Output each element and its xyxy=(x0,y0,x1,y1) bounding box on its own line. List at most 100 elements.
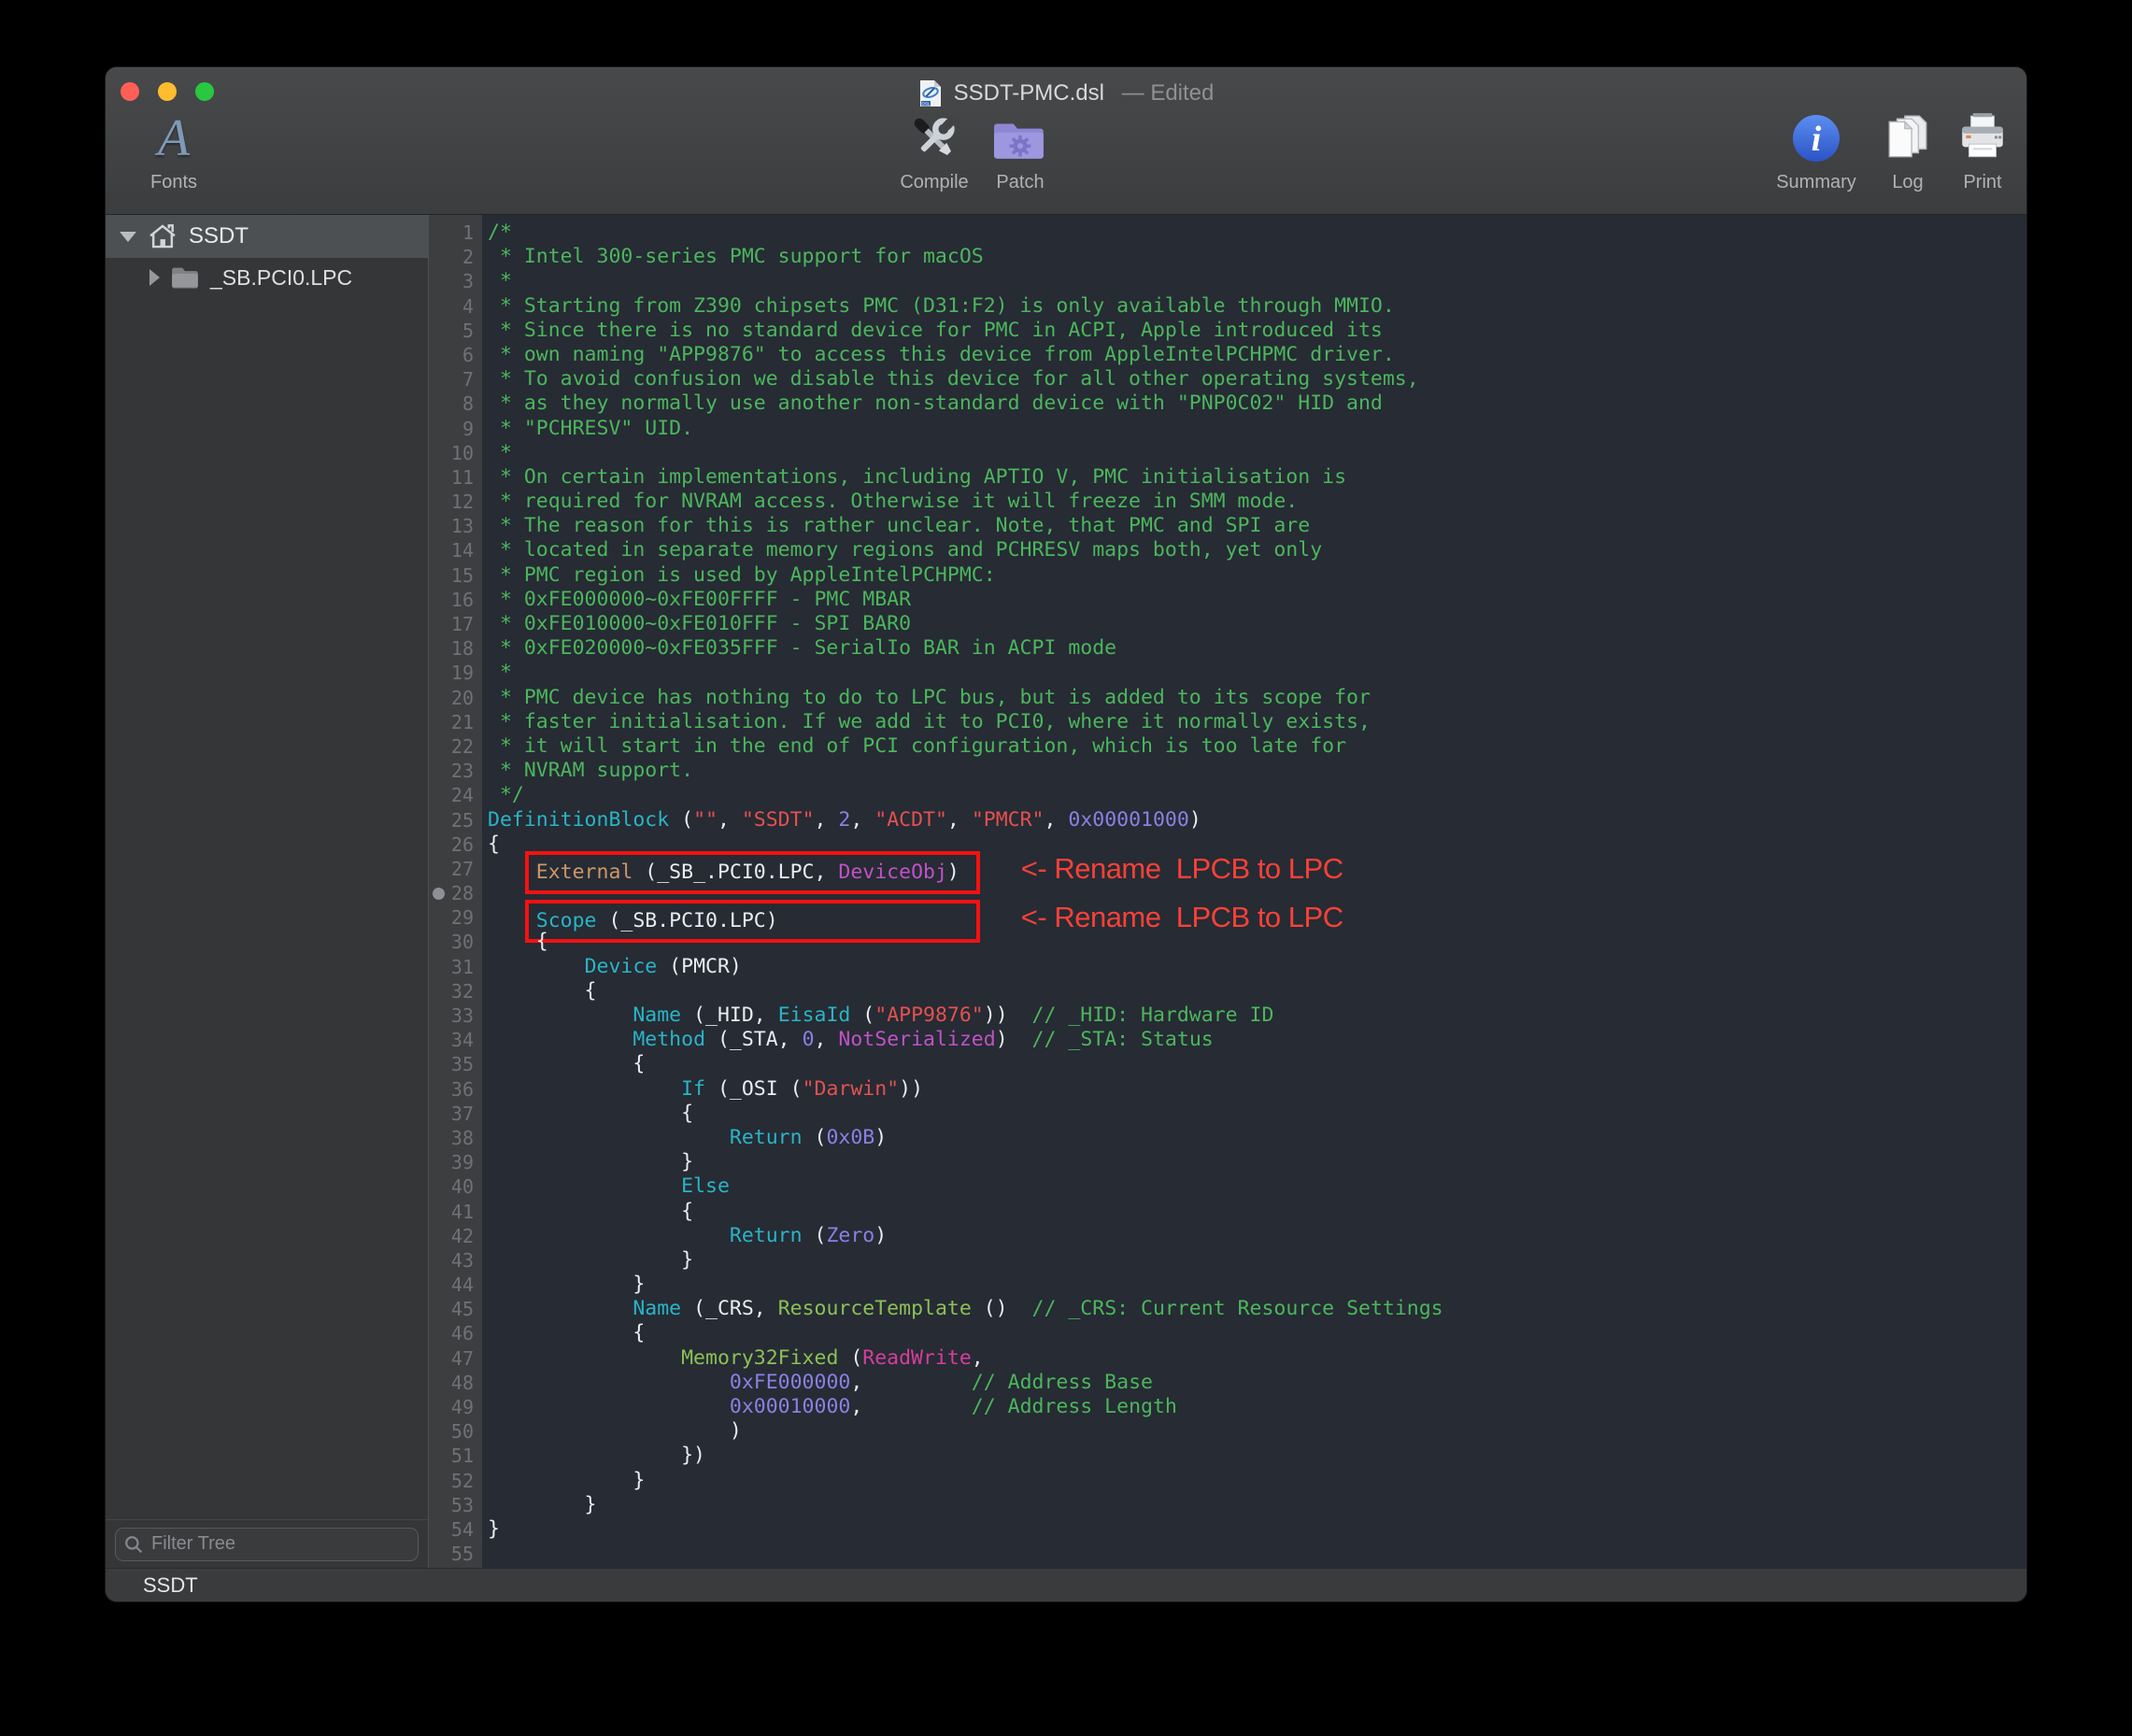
line-number: 44 xyxy=(429,1273,482,1297)
code-line[interactable]: 38 Return (0x0B) xyxy=(429,1126,2026,1150)
code-token: ( xyxy=(838,1346,862,1370)
code-line[interactable]: 20 * PMC device has nothing to do to LPC… xyxy=(429,686,2026,710)
code-token: * own naming "APP9876" to access this de… xyxy=(488,343,1395,366)
code-token: 0xFE000000 xyxy=(730,1371,850,1394)
code-line[interactable]: 31 Device (PMCR) xyxy=(429,955,2026,979)
code-line[interactable]: 53 } xyxy=(429,1493,2026,1517)
code-token: } xyxy=(488,1517,500,1541)
code-line[interactable]: 44 } xyxy=(429,1273,2026,1297)
code-editor[interactable]: 1/*2 * Intel 300-series PMC support for … xyxy=(429,215,2026,1568)
code-token: /* xyxy=(488,221,512,244)
code-line[interactable]: 23 * NVRAM support. xyxy=(429,759,2026,783)
code-line[interactable]: 43 } xyxy=(429,1248,2026,1273)
code-line[interactable]: 18 * 0xFE020000~0xFE035FFF - SerialIo BA… xyxy=(429,636,2026,661)
code-lines: 1/*2 * Intel 300-series PMC support for … xyxy=(429,221,2026,1566)
code-content: If (_OSI ("Darwin")) xyxy=(482,1077,923,1102)
code-line[interactable]: 9 * "PCHRESV" UID. xyxy=(429,417,2026,441)
document-icon: DSL xyxy=(918,79,943,107)
code-line[interactable]: 27 External (_SB_.PCI0.LPC, DeviceObj)<-… xyxy=(429,857,2026,881)
code-line[interactable]: 5 * Since there is no standard device fo… xyxy=(429,319,2026,343)
code-line[interactable]: 41 { xyxy=(429,1200,2026,1224)
code-line[interactable]: 15 * PMC region is used by AppleIntelPCH… xyxy=(429,563,2026,588)
code-line[interactable]: 54} xyxy=(429,1517,2026,1542)
code-line[interactable]: 42 Return (Zero) xyxy=(429,1224,2026,1248)
code-token: { xyxy=(488,930,548,953)
line-number: 32 xyxy=(429,979,482,1003)
print-button[interactable]: Print xyxy=(1922,108,2026,193)
sidebar-item-sb-pci0-lpc[interactable]: _SB.PCI0.LPC xyxy=(106,258,428,297)
code-token: , xyxy=(850,1371,862,1394)
code-line[interactable]: 2 * Intel 300-series PMC support for mac… xyxy=(429,245,2026,269)
code-line[interactable]: 24 */ xyxy=(429,783,2026,807)
line-number: 12 xyxy=(429,490,482,514)
code-token: ) xyxy=(488,1419,742,1443)
code-line[interactable]: 46 { xyxy=(429,1321,2026,1345)
code-line[interactable]: 34 Method (_STA, 0, NotSerialized) // _S… xyxy=(429,1028,2026,1052)
code-token: 0x00010000 xyxy=(730,1395,850,1418)
code-line[interactable]: 55 xyxy=(429,1542,2026,1566)
disclosure-open-icon[interactable] xyxy=(120,232,136,242)
code-line[interactable]: 48 0xFE000000, // Address Base xyxy=(429,1371,2026,1395)
line-number: 52 xyxy=(429,1469,482,1493)
code-line[interactable]: 13 * The reason for this is rather uncle… xyxy=(429,514,2026,538)
code-line[interactable]: 29 Scope (_SB.PCI0.LPC)<- Rename LPCB to… xyxy=(429,905,2026,930)
rename-annotation: <- Rename LPCB to LPC xyxy=(1021,852,1343,885)
code-line[interactable]: 47 Memory32Fixed (ReadWrite, xyxy=(429,1346,2026,1371)
disclosure-closed-icon[interactable] xyxy=(149,269,160,286)
code-line[interactable]: 45 Name (_CRS, ResourceTemplate () // _C… xyxy=(429,1297,2026,1321)
code-line[interactable]: 17 * 0xFE010000~0xFE010FFF - SPI BAR0 xyxy=(429,612,2026,636)
code-token: , xyxy=(972,1346,984,1370)
code-line[interactable]: 50 ) xyxy=(429,1419,2026,1444)
code-line[interactable]: 4 * Starting from Z390 chipsets PMC (D31… xyxy=(429,294,2026,319)
code-content: * located in separate memory regions and… xyxy=(482,538,1322,562)
code-line[interactable]: 25DefinitionBlock ("", "SSDT", 2, "ACDT"… xyxy=(429,808,2026,832)
code-line[interactable]: 33 Name (_HID, EisaId ("APP9876")) // _H… xyxy=(429,1003,2026,1028)
code-line[interactable]: 1/* xyxy=(429,221,2026,245)
code-line[interactable]: 3 * xyxy=(429,269,2026,293)
code-token: }) xyxy=(488,1444,705,1467)
code-line[interactable]: 6 * own naming "APP9876" to access this … xyxy=(429,343,2026,367)
code-token: * xyxy=(488,441,512,464)
code-line[interactable]: 7 * To avoid confusion we disable this d… xyxy=(429,367,2026,391)
code-token: * located in separate memory regions and… xyxy=(488,538,1322,562)
code-line[interactable]: 36 If (_OSI ("Darwin")) xyxy=(429,1077,2026,1102)
code-line[interactable]: 14 * located in separate memory regions … xyxy=(429,538,2026,562)
code-token: } xyxy=(488,1493,597,1516)
sidebar-item-ssdt-root[interactable]: SSDT xyxy=(106,215,428,258)
code-line[interactable]: 16 * 0xFE000000~0xFE00FFFF - PMC MBAR xyxy=(429,588,2026,612)
code-line[interactable]: 37 { xyxy=(429,1102,2026,1126)
code-token: )) xyxy=(984,1003,1008,1027)
code-line[interactable]: 35 { xyxy=(429,1052,2026,1076)
code-line[interactable]: 49 0x00010000, // Address Length xyxy=(429,1395,2026,1419)
code-line[interactable]: 39 } xyxy=(429,1150,2026,1174)
line-number: 22 xyxy=(429,734,482,759)
code-line[interactable]: 51 }) xyxy=(429,1444,2026,1468)
code-line[interactable]: 21 * faster initialisation. If we add it… xyxy=(429,710,2026,734)
code-token: (_STA, xyxy=(705,1028,803,1051)
code-line[interactable]: 30 { xyxy=(429,930,2026,954)
filter-tree-input[interactable] xyxy=(115,1528,419,1561)
code-content: { xyxy=(482,1200,693,1224)
code-token: DefinitionBlock xyxy=(488,808,669,832)
line-number: 47 xyxy=(429,1346,482,1371)
code-token: Memory32Fixed xyxy=(681,1346,838,1370)
code-token: } xyxy=(488,1150,693,1174)
code-line[interactable]: 19 * xyxy=(429,661,2026,685)
patch-button[interactable]: Patch xyxy=(959,108,1081,193)
code-line[interactable]: 32 { xyxy=(429,979,2026,1003)
sidebar-root-label: SSDT xyxy=(189,223,249,249)
code-line[interactable]: 11 * On certain implementations, includi… xyxy=(429,465,2026,490)
code-token: , xyxy=(1044,808,1068,832)
code-line[interactable]: 22 * it will start in the end of PCI con… xyxy=(429,734,2026,759)
code-content: ) xyxy=(482,1419,742,1444)
fonts-button[interactable]: A Fonts xyxy=(113,108,235,193)
code-line[interactable]: 52 } xyxy=(429,1469,2026,1493)
code-line[interactable]: 8 * as they normally use another non-sta… xyxy=(429,391,2026,416)
line-number: 13 xyxy=(429,514,482,538)
code-line[interactable]: 10 * xyxy=(429,441,2026,465)
code-line[interactable]: 12 * required for NVRAM access. Otherwis… xyxy=(429,490,2026,514)
code-content: * xyxy=(482,269,512,293)
code-token: * as they normally use another non-stand… xyxy=(488,391,1383,415)
code-content: 0xFE000000, // Address Base xyxy=(482,1371,1153,1395)
code-line[interactable]: 40 Else xyxy=(429,1174,2026,1199)
